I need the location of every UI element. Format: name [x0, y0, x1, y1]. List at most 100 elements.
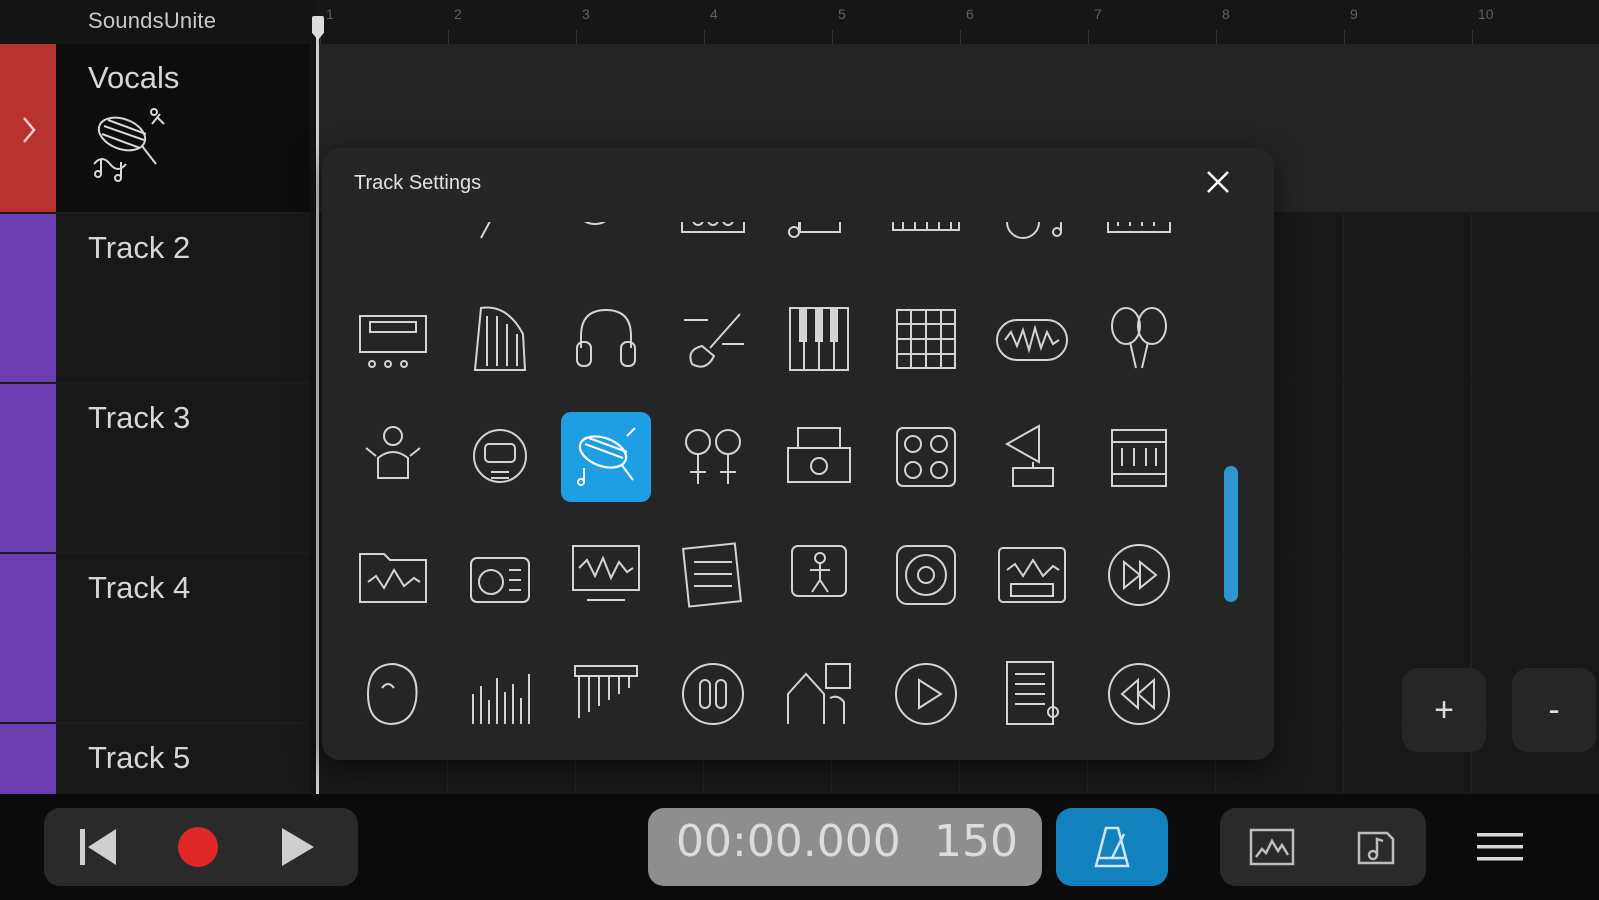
track-icon-grid[interactable] — [348, 222, 1210, 738]
tuba-icon[interactable] — [561, 222, 651, 266]
score-sheet-icon[interactable] — [987, 648, 1077, 738]
sheet-music-icon — [682, 542, 742, 608]
singer-icon — [365, 426, 421, 479]
pan-flute-icon[interactable] — [561, 648, 651, 738]
ruler-tick — [1088, 30, 1089, 44]
track-color-strip[interactable] — [0, 384, 56, 552]
bottom-toolbar: 00:00.000 150 — [0, 794, 1599, 900]
jukebox-icon[interactable] — [1094, 412, 1184, 502]
gramophone-icon — [1004, 424, 1054, 487]
microphone-icon — [577, 427, 636, 486]
cassette-icon — [998, 547, 1066, 603]
mixer-icon[interactable] — [1094, 222, 1184, 266]
cymbal-icon[interactable] — [348, 222, 438, 266]
zoom-in-button[interactable]: + — [1402, 668, 1486, 752]
mixer-view-button[interactable] — [1220, 808, 1323, 886]
face-icon[interactable] — [348, 648, 438, 738]
track-row-4[interactable]: Track 4 — [0, 554, 310, 724]
stage-icon[interactable] — [774, 648, 864, 738]
time-readout: 00:00.000 — [676, 816, 901, 867]
drum-pad-icon[interactable] — [881, 294, 971, 384]
pan-flute-icon — [574, 665, 638, 718]
headphones-icon — [576, 308, 636, 367]
rewind-icon — [1108, 663, 1170, 725]
maracas-icon[interactable] — [1094, 294, 1184, 384]
microphone-icon[interactable] — [84, 104, 170, 184]
sheet-music-icon[interactable] — [668, 530, 758, 620]
ruler-number: 8 — [1222, 6, 1230, 22]
track-row-2[interactable]: Track 2 — [0, 214, 310, 384]
close-icon[interactable] — [1202, 166, 1234, 198]
piano-keys-icon[interactable] — [774, 294, 864, 384]
turntable-icon[interactable] — [774, 412, 864, 502]
track-name: Track 4 — [88, 570, 191, 605]
speaker-cabinet-icon[interactable] — [881, 412, 971, 502]
playhead-line[interactable] — [316, 18, 319, 794]
dancer-icon[interactable] — [774, 530, 864, 620]
dialog-title: Track Settings — [354, 172, 482, 194]
microphone-icon[interactable] — [561, 412, 651, 502]
fast-forward-icon[interactable] — [1094, 530, 1184, 620]
ruler-tick — [1344, 30, 1345, 44]
drum-pad-icon — [896, 309, 956, 369]
main-menu-button[interactable] — [1470, 808, 1530, 886]
radio-icon[interactable] — [455, 530, 545, 620]
amp-icon[interactable] — [668, 222, 758, 266]
gender-icon[interactable] — [668, 412, 758, 502]
play-circle-icon[interactable] — [881, 648, 971, 738]
microphone-stick-icon[interactable] — [455, 222, 545, 266]
app-title: SoundsUnite — [88, 8, 217, 33]
track-color-strip[interactable] — [0, 214, 56, 382]
track-color-strip[interactable] — [0, 44, 56, 212]
track-row-vocals[interactable]: Vocals — [0, 44, 310, 214]
audio-split-icon — [682, 663, 744, 725]
robot-head-icon[interactable] — [455, 412, 545, 502]
metronome-button[interactable] — [1056, 808, 1168, 886]
speaker-icon — [896, 545, 956, 605]
skip-to-start-button[interactable] — [48, 808, 148, 886]
record-button[interactable] — [148, 808, 248, 886]
dancer-icon — [791, 545, 847, 597]
harp-icon[interactable] — [455, 294, 545, 384]
guitar-note-icon[interactable] — [987, 222, 1077, 266]
time-bpm-display[interactable]: 00:00.000 150 — [648, 808, 1042, 886]
synth-icon[interactable] — [348, 294, 438, 384]
headphones-icon[interactable] — [561, 294, 651, 384]
zoom-out-button[interactable]: - — [1512, 668, 1596, 752]
ruler-number: 9 — [1350, 6, 1358, 22]
play-circle-icon — [895, 663, 957, 725]
timeline-ruler[interactable]: 1 2 3 4 5 6 7 8 9 10 — [318, 0, 1599, 44]
track-color-strip[interactable] — [0, 554, 56, 722]
chevron-right-icon[interactable] — [18, 114, 40, 146]
grid-line — [1343, 384, 1344, 552]
tuba-icon — [584, 222, 606, 225]
rewind-icon[interactable] — [1094, 648, 1184, 738]
robot-head-icon — [473, 429, 527, 483]
speaker-icon[interactable] — [881, 530, 971, 620]
track-name: Track 5 — [88, 740, 191, 775]
audio-split-icon[interactable] — [668, 648, 758, 738]
grid-line — [1343, 214, 1344, 382]
jukebox-icon — [1111, 429, 1167, 487]
track-row-3[interactable]: Track 3 — [0, 384, 310, 554]
scrollbar-thumb[interactable] — [1224, 466, 1238, 602]
loop-icon[interactable] — [987, 294, 1077, 384]
piano-keys-icon — [789, 307, 849, 371]
radio-icon — [470, 557, 530, 603]
singer-icon[interactable] — [348, 412, 438, 502]
band-icon[interactable] — [774, 222, 864, 266]
music-folder-icon[interactable] — [348, 530, 438, 620]
electric-guitar-icon[interactable] — [668, 294, 758, 384]
editor-view-button[interactable] — [1323, 808, 1426, 886]
skip-back-icon — [80, 829, 116, 865]
view-toggle-group — [1220, 808, 1426, 886]
equalizer-icon[interactable] — [455, 648, 545, 738]
bpm-readout[interactable]: 150 — [934, 816, 1018, 867]
keyboard-icon[interactable] — [881, 222, 971, 266]
play-button[interactable] — [248, 808, 348, 886]
metronome-icon — [1094, 826, 1130, 868]
waveform-monitor-icon[interactable] — [561, 530, 651, 620]
cassette-icon[interactable] — [987, 530, 1077, 620]
gramophone-icon[interactable] — [987, 412, 1077, 502]
track-list: Vocals Track 2 Track 3 Track 4 Track 5 — [0, 44, 310, 894]
